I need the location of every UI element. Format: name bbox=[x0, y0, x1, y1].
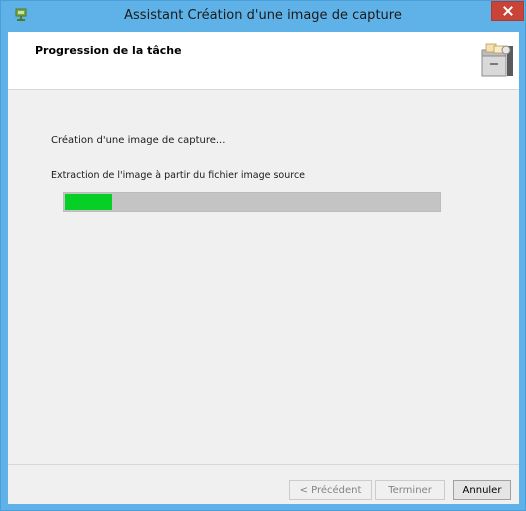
previous-button[interactable]: < Précédent bbox=[289, 480, 372, 500]
finish-button[interactable]: Terminer bbox=[375, 480, 445, 500]
app-icon bbox=[15, 8, 27, 21]
page-title: Progression de la tâche bbox=[35, 44, 182, 57]
status-text: Création d'une image de capture... bbox=[51, 135, 226, 146]
wizard-body: Création d'une image de capture... Extra… bbox=[8, 90, 519, 464]
cancel-button[interactable]: Annuler bbox=[453, 480, 511, 500]
progress-bar bbox=[63, 192, 441, 212]
wizard-client-area: Progression de la tâche Création d'une i… bbox=[8, 32, 519, 504]
wizard-window: Assistant Création d'une image de captur… bbox=[0, 0, 526, 511]
wizard-footer: < Précédent Terminer Annuler bbox=[8, 465, 519, 504]
progress-fill bbox=[65, 194, 112, 210]
file-cabinet-icon bbox=[481, 43, 513, 77]
wizard-header: Progression de la tâche bbox=[8, 32, 519, 90]
close-button[interactable] bbox=[491, 1, 524, 21]
title-bar[interactable]: Assistant Création d'une image de captur… bbox=[1, 1, 525, 31]
window-title: Assistant Création d'une image de captur… bbox=[124, 8, 402, 23]
close-icon bbox=[502, 6, 513, 16]
step-text: Extraction de l'image à partir du fichie… bbox=[51, 170, 306, 181]
